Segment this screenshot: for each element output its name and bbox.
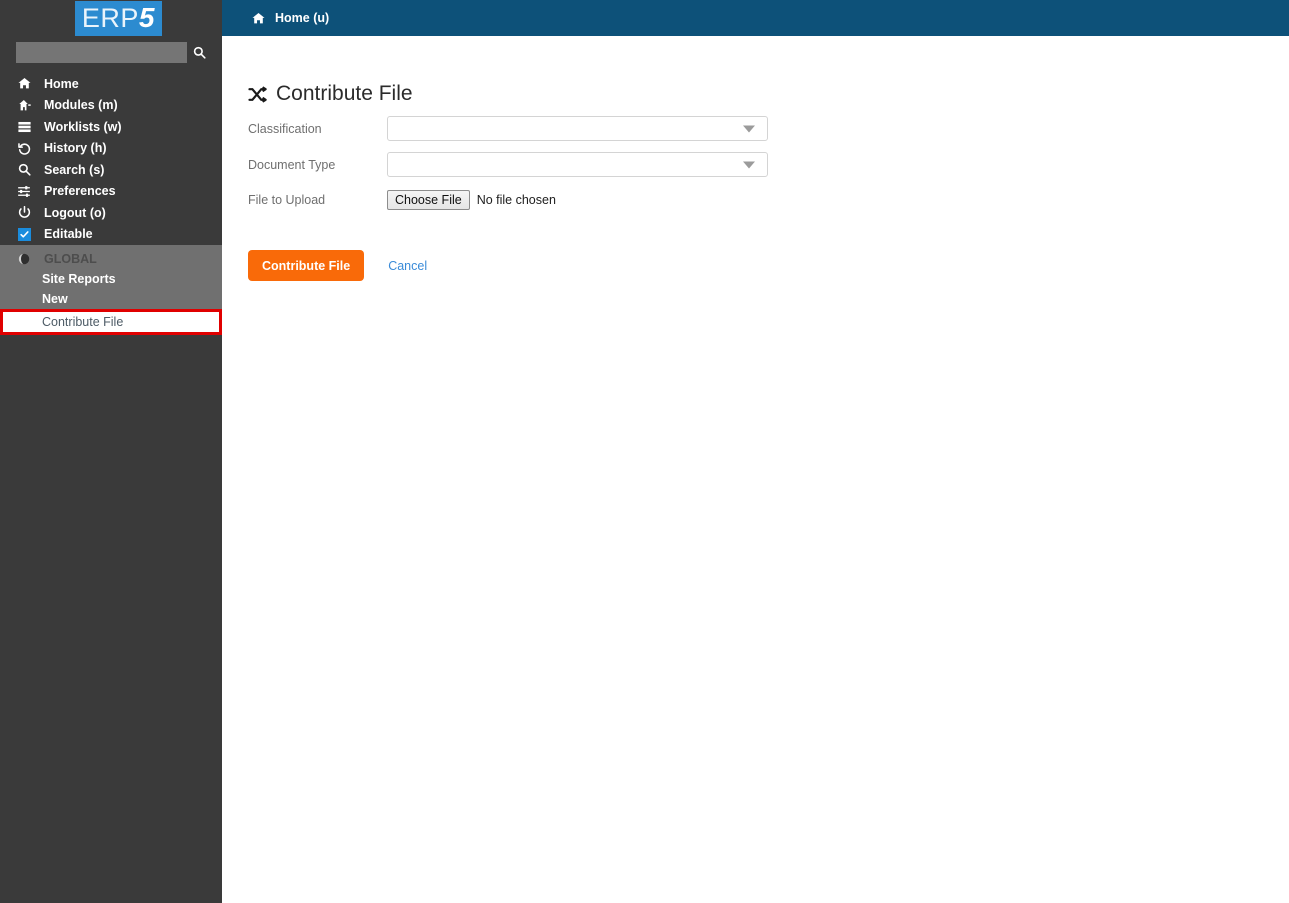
checkbox-checked-icon[interactable] xyxy=(12,227,36,241)
sidebar-item-label: Worklists (w) xyxy=(44,119,122,134)
logo-text-suffix: 5 xyxy=(138,2,155,33)
main-content: Contribute File Classification Document … xyxy=(222,36,1289,903)
document-type-label: Document Type xyxy=(248,157,336,172)
sidebar-item-contribute-file[interactable]: Contribute File xyxy=(0,309,222,335)
erp5-logo[interactable]: ERP5 xyxy=(74,1,162,36)
home-icon xyxy=(12,77,36,90)
page-title: Contribute File xyxy=(248,82,1289,106)
field-row-classification: Classification xyxy=(248,116,1289,141)
sidebar-item-editable[interactable]: Editable xyxy=(0,224,222,246)
power-icon xyxy=(12,206,36,219)
sidebar-item-worklists[interactable]: Worklists (w) xyxy=(0,116,222,138)
sidebar-item-history[interactable]: History (h) xyxy=(0,138,222,160)
shuffle-icon xyxy=(248,85,267,103)
logo-text-prefix: ERP xyxy=(81,3,139,33)
sidebar-item-preferences[interactable]: Preferences xyxy=(0,181,222,203)
sidebar-item-modules[interactable]: Modules (m) xyxy=(0,95,222,117)
chevron-down-icon xyxy=(743,161,755,168)
sidebar-item-search[interactable]: Search (s) xyxy=(0,159,222,181)
file-input[interactable]: Choose File No file chosen xyxy=(387,190,556,210)
sidebar-search xyxy=(0,39,222,65)
sidebar-item-label: Editable xyxy=(44,227,93,242)
cancel-link[interactable]: Cancel xyxy=(388,259,427,273)
global-section-title: GLOBAL xyxy=(44,251,97,266)
contribute-file-form: Classification Document Type File to Upl… xyxy=(248,116,1289,212)
sidebar-nav: Home Modules (m) Worklists (w) History (… xyxy=(0,73,222,245)
classification-label: Classification xyxy=(248,121,322,136)
sidebar-item-home[interactable]: Home xyxy=(0,73,222,95)
header-bar: Home (u) xyxy=(222,0,1289,36)
field-row-file-to-upload: File to Upload Choose File No file chose… xyxy=(248,188,1289,212)
document-type-select[interactable] xyxy=(387,152,768,177)
sidebar-item-label: Search (s) xyxy=(44,162,105,177)
app-root: ERP5 Home Modules (m) Worklists (w) Hist… xyxy=(0,0,1289,903)
search-icon[interactable] xyxy=(190,42,208,63)
globe-icon xyxy=(12,253,36,265)
global-section-header: GLOBAL xyxy=(0,248,222,269)
file-status-text: No file chosen xyxy=(476,193,556,207)
classification-select[interactable] xyxy=(387,116,768,141)
sidebar-item-label: Home xyxy=(44,76,79,91)
worklists-icon xyxy=(12,121,36,133)
logo-container: ERP5 xyxy=(0,0,222,37)
history-icon xyxy=(12,142,36,155)
home-icon xyxy=(252,12,265,25)
field-row-document-type: Document Type xyxy=(248,152,1289,177)
sidebar-global-section: GLOBAL Site Reports New Contribute File xyxy=(0,245,222,335)
search-icon xyxy=(12,163,36,176)
sidebar-item-label: Logout (o) xyxy=(44,205,106,220)
modules-icon xyxy=(12,99,36,112)
chevron-down-icon xyxy=(743,125,755,132)
sidebar-item-label: History (h) xyxy=(44,141,107,156)
breadcrumb[interactable]: Home (u) xyxy=(265,11,329,25)
sliders-icon xyxy=(12,185,36,198)
choose-file-button[interactable]: Choose File xyxy=(387,190,470,210)
form-actions: Contribute File Cancel xyxy=(248,250,1289,281)
search-input[interactable] xyxy=(16,41,187,63)
sidebar-item-site-reports[interactable]: Site Reports xyxy=(0,269,222,289)
page-title-text: Contribute File xyxy=(276,82,413,105)
sidebar-item-label: Modules (m) xyxy=(44,98,118,113)
file-to-upload-label: File to Upload xyxy=(248,193,326,207)
sidebar: ERP5 Home Modules (m) Worklists (w) Hist… xyxy=(0,0,222,903)
sidebar-item-new[interactable]: New xyxy=(0,289,222,309)
contribute-file-button[interactable]: Contribute File xyxy=(248,250,365,281)
sidebar-item-label: Preferences xyxy=(44,184,116,199)
sidebar-item-logout[interactable]: Logout (o) xyxy=(0,202,222,224)
